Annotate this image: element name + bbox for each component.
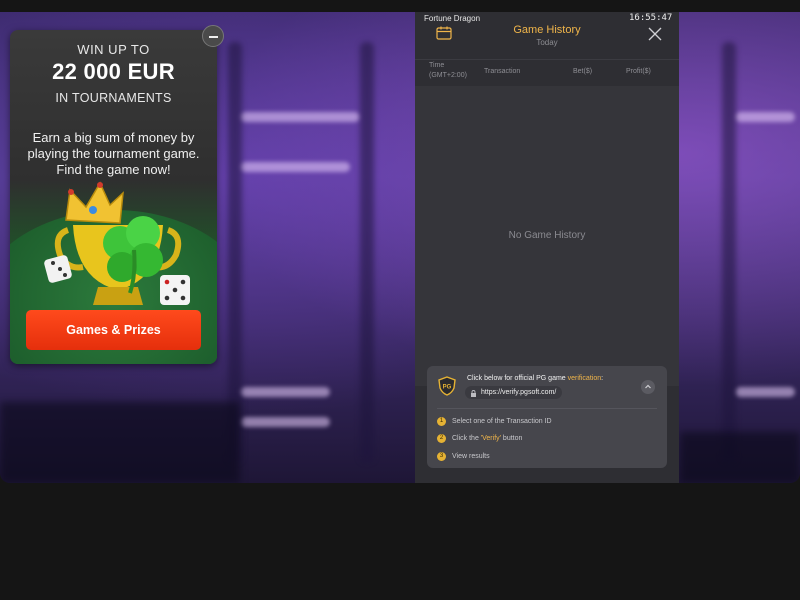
- game-name: Fortune Dragon: [424, 14, 481, 23]
- verify-step-2: 2 Click the 'Verify' button: [437, 434, 522, 444]
- history-period: Today: [536, 38, 558, 47]
- column-time: Time: [429, 62, 445, 69]
- verification-intro: Click below for official PG game verific…: [467, 375, 604, 382]
- verify-step-1: 1 Select one of the Transaction ID: [437, 417, 552, 427]
- trophy-clover-illustration: [38, 175, 198, 315]
- games-and-prizes-button[interactable]: Games & Prizes: [26, 310, 201, 350]
- close-icon[interactable]: [648, 27, 662, 41]
- history-header: Fortune Dragon 16:55:47 Game History Tod…: [415, 12, 679, 57]
- background-light: [240, 387, 330, 397]
- background-pillar: [722, 42, 736, 462]
- verify-url-link[interactable]: https://verify.pgsoft.com/: [465, 386, 563, 399]
- clock: 16:55:47: [629, 13, 673, 23]
- pg-shield-icon: PG: [438, 376, 456, 396]
- promo-description: Earn a big sum of money by playing the t…: [27, 130, 200, 177]
- background-stairs: [0, 402, 240, 483]
- svg-text:PG: PG: [443, 385, 452, 391]
- background-light: [735, 112, 795, 122]
- column-timezone: (GMT+2:00): [429, 72, 467, 79]
- column-bet: Bet($): [573, 68, 593, 75]
- divider: [437, 408, 657, 409]
- background-pillar: [360, 42, 374, 462]
- column-profit: Profit($): [626, 68, 651, 75]
- background-light: [240, 417, 330, 427]
- tournament-promo-card: WIN UP TO 22 000 EUR IN TOURNAMENTS Earn…: [10, 30, 217, 364]
- empty-state: No Game History: [508, 230, 586, 241]
- promo-amount: 22 000 EUR: [52, 59, 175, 84]
- table-header: Time (GMT+2:00) Transaction Bet($) Profi…: [415, 59, 679, 86]
- background-light: [240, 112, 360, 122]
- verify-step-3: 3 View results: [437, 452, 490, 462]
- minimize-icon[interactable]: [202, 25, 224, 47]
- promo-subheadline: IN TOURNAMENTS: [55, 91, 172, 105]
- game-history-panel: Fortune Dragon 16:55:47 Game History Tod…: [415, 12, 679, 483]
- background-pillar: [228, 42, 242, 462]
- column-transaction: Transaction: [484, 68, 521, 75]
- promo-headline: WIN UP TO: [77, 42, 150, 57]
- verification-card: PG Click below for official PG game veri…: [427, 366, 667, 468]
- background-stairs: [680, 432, 800, 483]
- history-title: Game History: [513, 24, 581, 36]
- lock-icon: [470, 389, 477, 397]
- background-light: [735, 387, 795, 397]
- collapse-chevron-icon[interactable]: [641, 380, 655, 394]
- background-light: [240, 162, 350, 172]
